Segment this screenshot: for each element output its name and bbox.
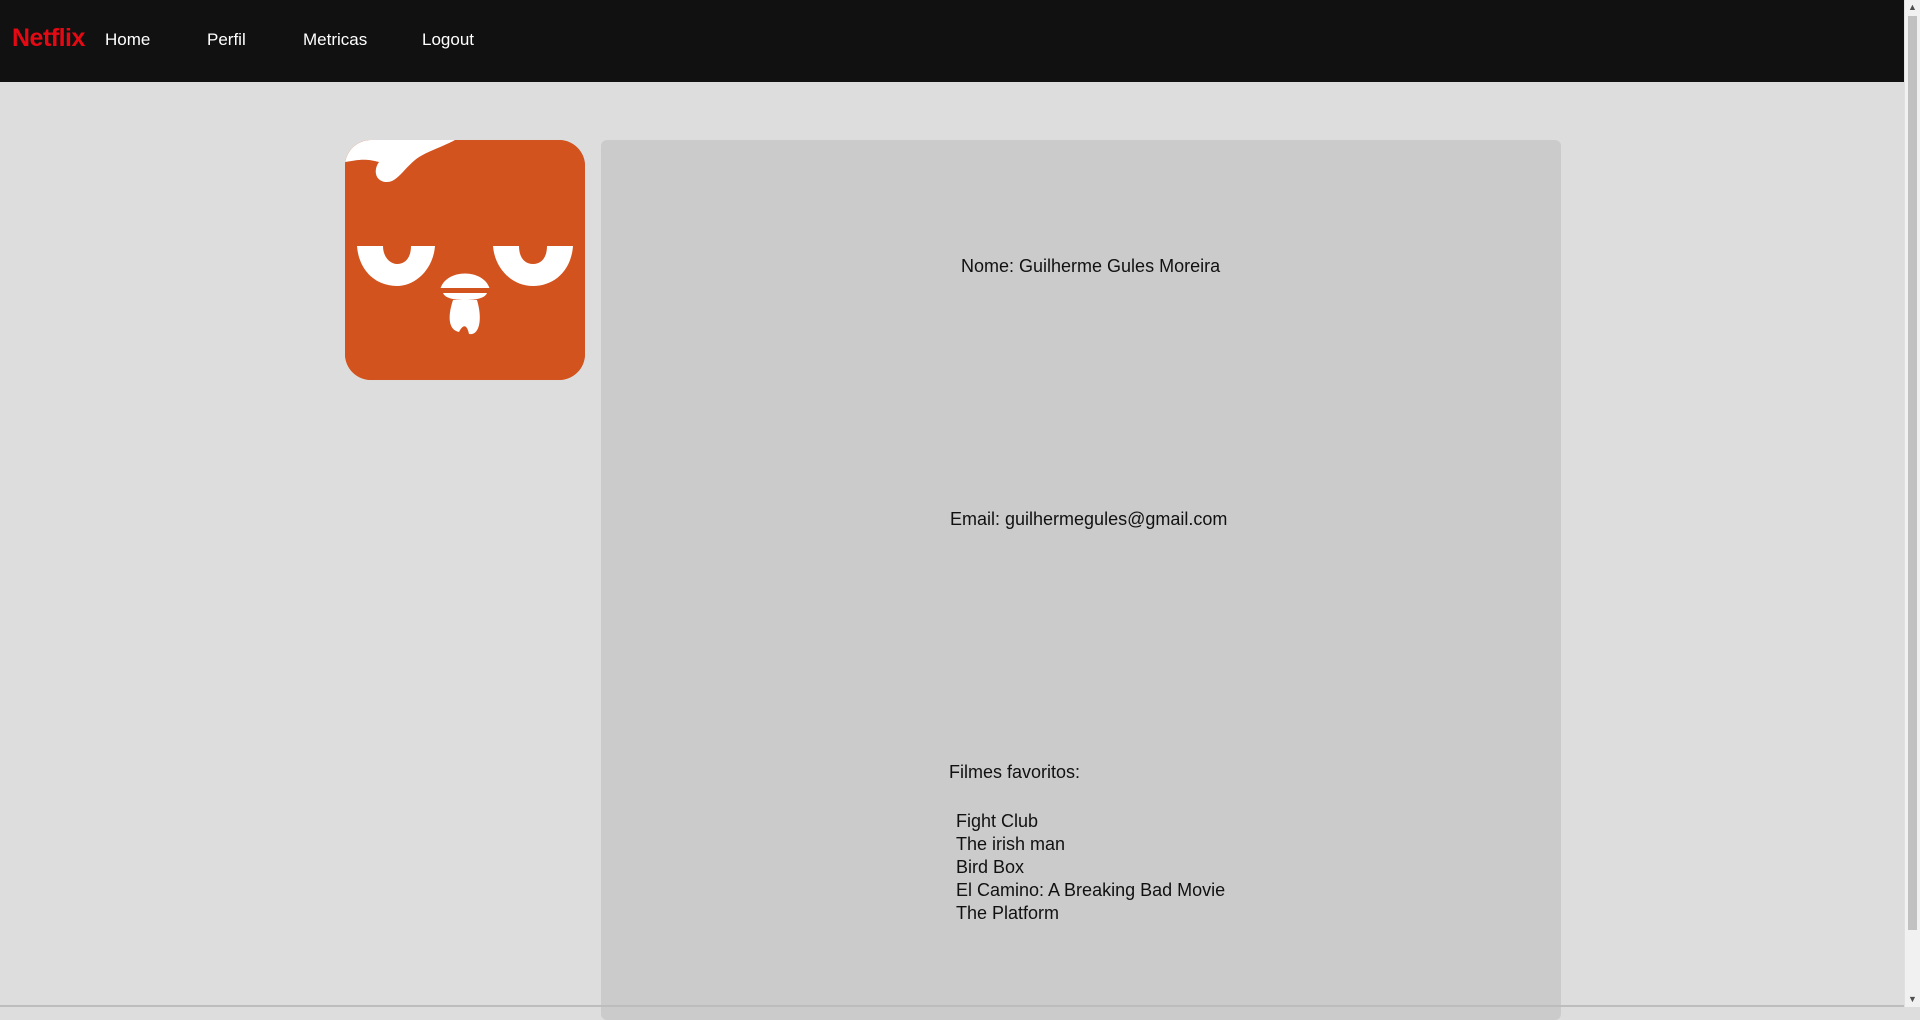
list-item: Bird Box xyxy=(956,857,1025,877)
nav-link-metricas[interactable]: Metricas xyxy=(303,30,367,50)
profile-avatar xyxy=(345,140,585,380)
profile-email: Email: guilhermegules@gmail.com xyxy=(950,509,1228,529)
profile-name: Nome: Guilherme Gules Moreira xyxy=(961,256,1221,276)
favorite-movies-list: Fight Club The irish man Bird Box El Cam… xyxy=(956,810,1225,925)
vertical-scrollbar[interactable]: ▲ ▼ xyxy=(1904,0,1920,1007)
list-item: The Platform xyxy=(956,903,1060,923)
brand-logo-link[interactable]: Netflix xyxy=(12,24,85,53)
nav-link-logout[interactable]: Logout xyxy=(422,30,474,50)
top-navbar: Netflix Home Perfil Metricas Logout xyxy=(0,0,1905,82)
favorites-label: Filmes favoritos: xyxy=(949,762,1081,782)
nav-link-home[interactable]: Home xyxy=(105,30,150,50)
scroll-down-arrow-icon[interactable]: ▼ xyxy=(1905,992,1920,1007)
list-item: The irish man xyxy=(956,834,1066,854)
list-item: El Camino: A Breaking Bad Movie xyxy=(956,880,1226,900)
nav-link-perfil[interactable]: Perfil xyxy=(207,30,246,50)
scrollbar-thumb[interactable] xyxy=(1908,16,1917,930)
grumpy-face-avatar-icon xyxy=(345,140,585,380)
scroll-up-arrow-icon[interactable]: ▲ xyxy=(1905,0,1920,15)
list-item: Fight Club xyxy=(956,811,1039,831)
